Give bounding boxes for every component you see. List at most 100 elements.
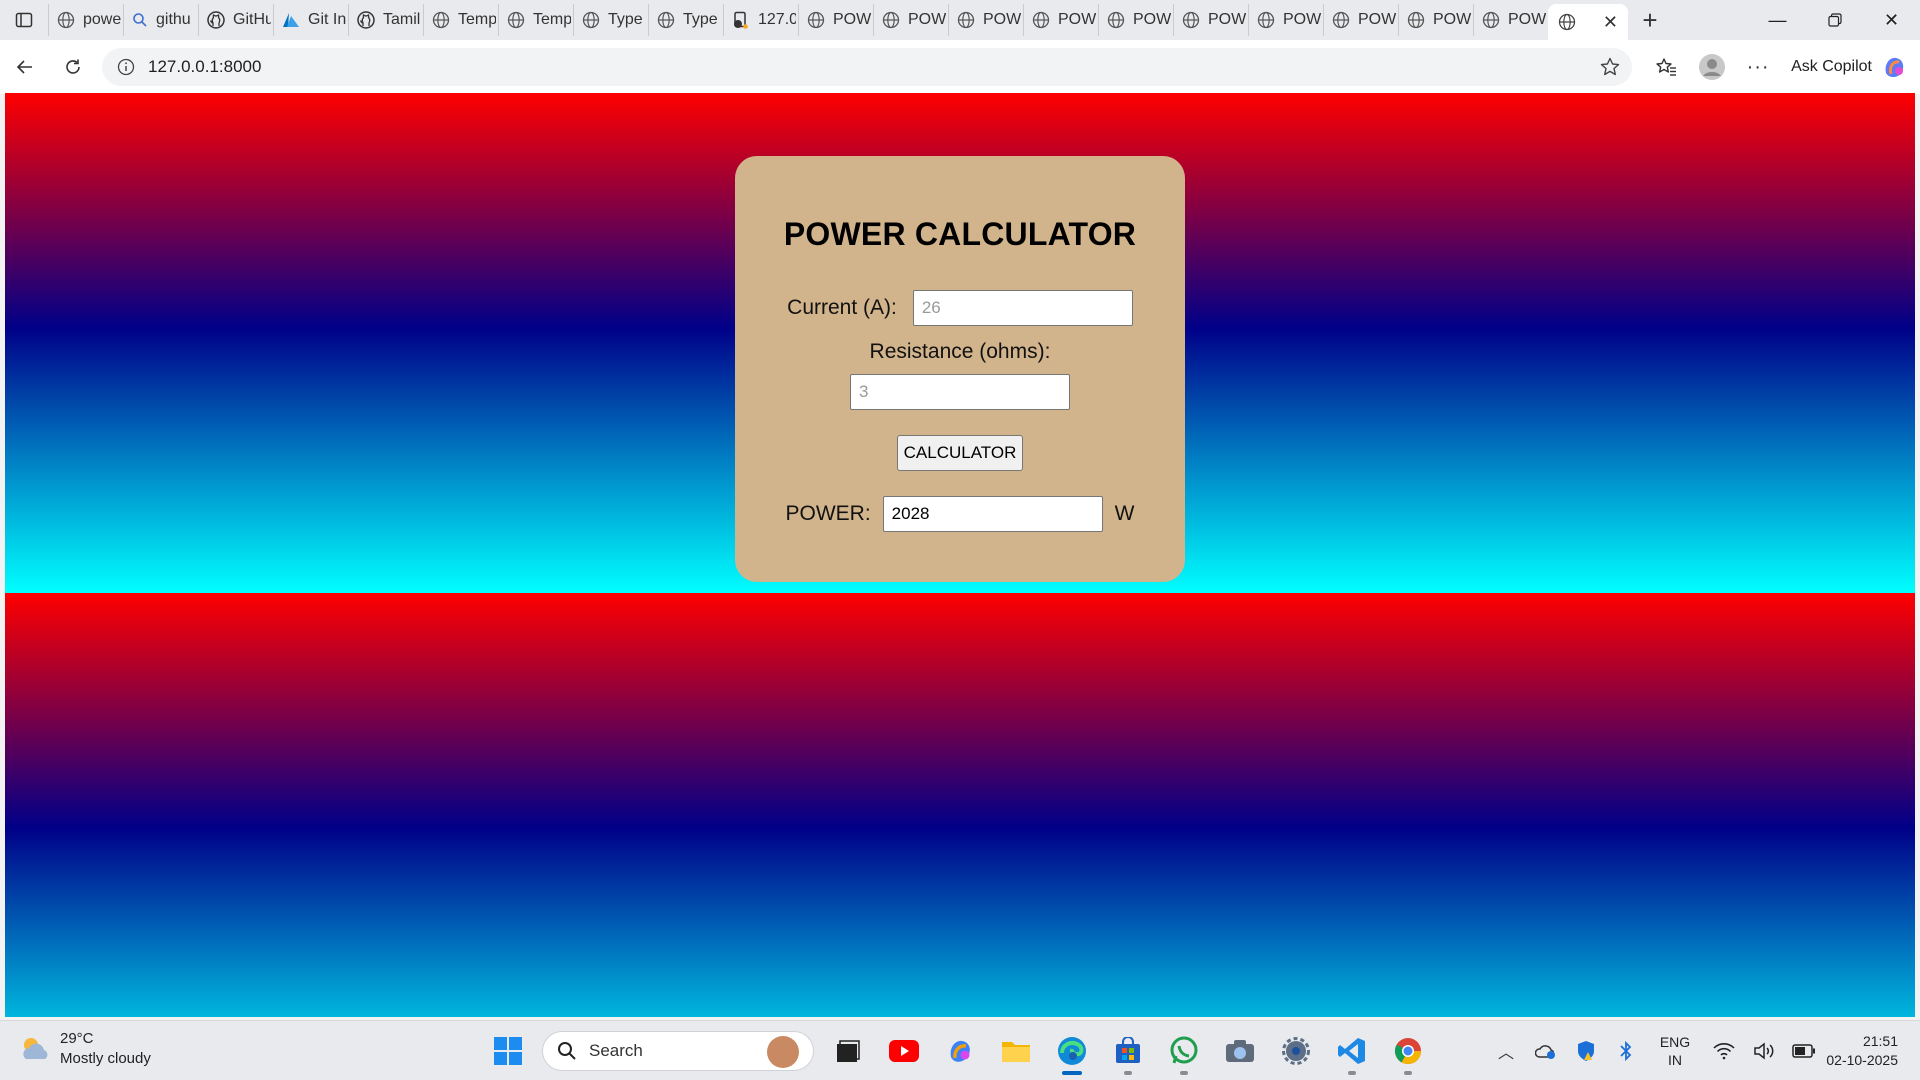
bluetooth-tray[interactable] bbox=[1606, 1031, 1646, 1071]
store-app[interactable] bbox=[1106, 1029, 1150, 1075]
tab-title: powe bbox=[83, 11, 121, 28]
plus-icon: + bbox=[1642, 4, 1658, 35]
search-label: Search bbox=[589, 1041, 643, 1060]
folder-icon bbox=[1002, 1042, 1030, 1062]
chrome-app[interactable] bbox=[1386, 1029, 1430, 1075]
current-input[interactable] bbox=[912, 290, 1133, 326]
lang-top: ENG bbox=[1659, 1034, 1691, 1050]
tab-title: POW bbox=[1433, 11, 1471, 28]
browser-tab[interactable]: GitHu bbox=[198, 4, 273, 36]
whatsapp-icon bbox=[1170, 1036, 1198, 1064]
browser-tab[interactable]: Type bbox=[573, 4, 648, 36]
restore-button[interactable] bbox=[1806, 0, 1863, 40]
browser-tab[interactable]: POW bbox=[1248, 4, 1323, 36]
taskbar-search[interactable]: Search bbox=[542, 1031, 814, 1071]
browser-tab[interactable]: POW bbox=[798, 4, 873, 36]
taskview-app[interactable] bbox=[826, 1029, 870, 1073]
browser-tab[interactable]: POW bbox=[948, 4, 1023, 36]
camera-app[interactable] bbox=[1218, 1029, 1262, 1073]
battery-tray[interactable] bbox=[1784, 1031, 1824, 1071]
language-indicator[interactable]: ENG IN bbox=[1646, 1033, 1704, 1069]
avatar-icon bbox=[1699, 54, 1726, 80]
file-explorer-app[interactable] bbox=[994, 1029, 1038, 1073]
restore-icon bbox=[1827, 13, 1842, 27]
bluetooth-icon bbox=[1620, 1040, 1632, 1062]
browser-tab[interactable]: 127.0 bbox=[723, 4, 798, 36]
more-menu-button[interactable]: ··· bbox=[1735, 47, 1781, 87]
cloudy-weather-icon bbox=[23, 1038, 48, 1059]
ask-copilot-button[interactable]: Ask Copilot bbox=[1781, 47, 1920, 87]
clock-time: 21:51 bbox=[1862, 1033, 1898, 1049]
tab-title: Temp bbox=[458, 11, 496, 28]
whatsapp-app[interactable] bbox=[1162, 1029, 1206, 1075]
vscode-app[interactable] bbox=[1330, 1029, 1374, 1075]
taskbar: 29°C Mostly cloudy Search ︿ ENG IN 21:51… bbox=[0, 1020, 1920, 1080]
browser-tab[interactable]: POW bbox=[1473, 4, 1548, 36]
copilot-icon bbox=[1885, 57, 1904, 78]
clock[interactable]: 21:51 02-10-2025 bbox=[1824, 1032, 1920, 1070]
search-icon bbox=[132, 12, 148, 28]
tab-title: POW bbox=[1208, 11, 1246, 28]
onedrive-tray[interactable] bbox=[1526, 1031, 1566, 1071]
browser-tab[interactable]: POW bbox=[1173, 4, 1248, 36]
file-explorer-black-icon bbox=[837, 1040, 860, 1062]
new-tab-button[interactable]: + bbox=[1628, 0, 1672, 40]
browser-tab[interactable]: Git In bbox=[273, 4, 348, 36]
show-hidden-icons-button[interactable]: ︿ bbox=[1486, 1031, 1526, 1071]
close-tab-icon[interactable]: ✕ bbox=[1603, 12, 1618, 33]
globe-icon bbox=[1558, 13, 1576, 31]
browser-tab[interactable]: Tamil bbox=[348, 4, 423, 36]
tab-title: POW bbox=[1358, 11, 1396, 28]
security-tray[interactable] bbox=[1566, 1031, 1606, 1071]
calculate-button[interactable]: CALCULATOR bbox=[897, 435, 1023, 471]
minimize-button[interactable]: — bbox=[1749, 0, 1806, 40]
url-text[interactable]: 127.0.0.1:8000 bbox=[148, 57, 261, 77]
close-window-button[interactable]: ✕ bbox=[1863, 0, 1920, 40]
back-button[interactable] bbox=[2, 47, 48, 87]
speaker-icon bbox=[1754, 1042, 1774, 1060]
settings-app[interactable] bbox=[1274, 1029, 1318, 1073]
browser-tab[interactable]: POW bbox=[1023, 4, 1098, 36]
globe-icon bbox=[507, 11, 525, 29]
favorite-star-button[interactable] bbox=[1598, 55, 1622, 79]
page-icon bbox=[732, 11, 750, 29]
profile-button[interactable] bbox=[1689, 47, 1735, 87]
power-output[interactable] bbox=[882, 496, 1103, 532]
youtube-app[interactable] bbox=[882, 1029, 926, 1073]
weather-widget[interactable]: 29°C Mostly cloudy bbox=[18, 1029, 151, 1069]
tab-title: githu bbox=[156, 11, 191, 28]
favorites-button[interactable] bbox=[1643, 47, 1689, 87]
volume-tray[interactable] bbox=[1744, 1031, 1784, 1071]
settings-icon bbox=[1282, 1037, 1310, 1065]
browser-tab[interactable]: POW bbox=[1323, 4, 1398, 36]
browser-tab[interactable]: POW bbox=[1398, 4, 1473, 36]
resistance-input[interactable] bbox=[850, 374, 1070, 410]
tab-actions-button[interactable] bbox=[0, 0, 48, 40]
search-highlight-image bbox=[767, 1036, 799, 1068]
browser-tab[interactable]: Temp bbox=[498, 4, 573, 36]
windows-logo-icon bbox=[494, 1037, 522, 1065]
browser-tab[interactable]: Type bbox=[648, 4, 723, 36]
globe-icon bbox=[57, 11, 75, 29]
weather-desc: Mostly cloudy bbox=[60, 1050, 151, 1067]
copilot-app[interactable] bbox=[938, 1029, 982, 1073]
tab-list: powe githu GitHu Git In Tamil Temp Temp Type Typ… bbox=[48, 0, 1548, 40]
address-bar[interactable]: 127.0.0.1:8000 bbox=[102, 48, 1632, 86]
browser-tab[interactable]: POW bbox=[1098, 4, 1173, 36]
browser-tab[interactable]: Temp bbox=[423, 4, 498, 36]
start-button[interactable] bbox=[486, 1029, 530, 1073]
calculator-card: POWER CALCULATOR Current (A): Resistance… bbox=[735, 156, 1185, 582]
network-tray[interactable] bbox=[1704, 1031, 1744, 1071]
browser-tab[interactable]: githu bbox=[123, 4, 198, 36]
edge-app[interactable] bbox=[1050, 1029, 1094, 1075]
refresh-button[interactable] bbox=[50, 47, 96, 87]
browser-tab[interactable]: POW bbox=[873, 4, 948, 36]
site-info-button[interactable] bbox=[108, 48, 144, 86]
cloud-sync-icon bbox=[1535, 1045, 1555, 1059]
tab-title: Tamil bbox=[383, 11, 421, 28]
tab-title: Type bbox=[608, 11, 643, 28]
resistance-label: Resistance (ohms): bbox=[869, 340, 1051, 363]
active-tab[interactable]: ✕ bbox=[1548, 4, 1628, 40]
browser-tab[interactable]: powe bbox=[48, 4, 123, 36]
chrome-icon bbox=[1394, 1038, 1422, 1065]
